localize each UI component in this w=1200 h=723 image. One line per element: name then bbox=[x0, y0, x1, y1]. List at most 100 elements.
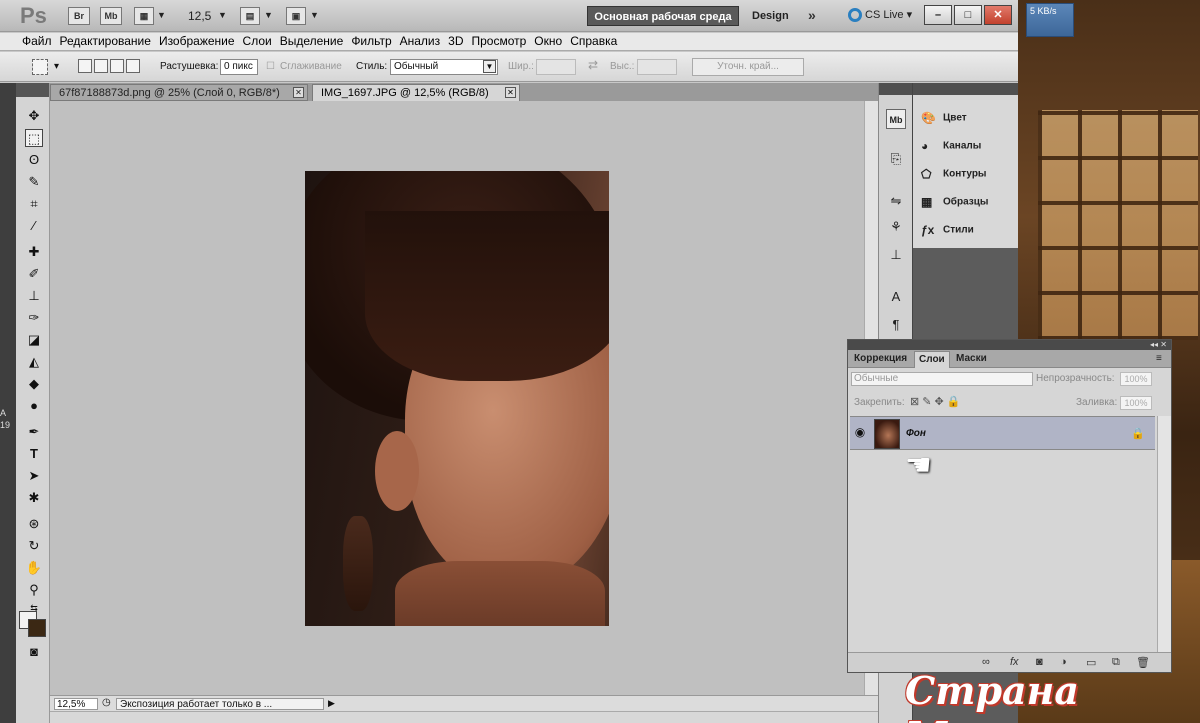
arrange-caret-icon[interactable]: ▼ bbox=[264, 10, 273, 20]
swap-dimensions-icon[interactable]: ⇄ bbox=[588, 58, 598, 72]
layer-row-background[interactable]: ◉ Фон 🔒 bbox=[850, 416, 1155, 450]
menu-file[interactable]: Файл bbox=[22, 33, 58, 50]
zoom-caret-icon[interactable]: ▼ bbox=[218, 10, 227, 20]
minimize-button[interactable]: – bbox=[924, 5, 952, 25]
3d-rotate-tool-icon[interactable]: ⊛ bbox=[25, 515, 43, 533]
menu-analysis[interactable]: Анализ bbox=[400, 33, 447, 50]
panel-collapse-icon[interactable]: ◂◂ ✕ bbox=[1150, 340, 1167, 349]
path-select-tool-icon[interactable]: ➤ bbox=[25, 467, 43, 485]
lasso-tool-icon[interactable]: ʘ bbox=[25, 151, 43, 169]
blend-mode-select[interactable]: Обычные bbox=[851, 372, 1033, 386]
tab-layers[interactable]: Слои bbox=[914, 351, 950, 368]
history-brush-tool-icon[interactable]: ✑ bbox=[25, 309, 43, 327]
menu-select[interactable]: Выделение bbox=[280, 33, 350, 50]
healing-brush-tool-icon[interactable]: ✚ bbox=[25, 243, 43, 261]
3d-orbit-tool-icon[interactable]: ↻ bbox=[25, 537, 43, 555]
maximize-button[interactable]: □ bbox=[954, 5, 982, 25]
style-select[interactable]: Обычный ▼ bbox=[390, 59, 498, 75]
refine-edge-button[interactable]: Уточн. край... bbox=[692, 58, 804, 76]
character-panel-icon[interactable]: A bbox=[886, 287, 906, 307]
network-monitor-widget[interactable]: 5 KB/s bbox=[1026, 3, 1074, 37]
view-extras-caret-icon[interactable]: ▼ bbox=[157, 10, 166, 20]
status-info-icon[interactable]: ◷ bbox=[102, 697, 111, 708]
pen-tool-icon[interactable]: ✒ bbox=[25, 423, 43, 441]
dock-panel-header[interactable] bbox=[913, 83, 1018, 95]
quick-select-tool-icon[interactable]: ✎ bbox=[25, 173, 43, 191]
intersect-selection-icon[interactable] bbox=[126, 59, 140, 73]
crop-tool-icon[interactable]: ⌗ bbox=[25, 195, 43, 213]
move-tool-icon[interactable]: ✥ bbox=[25, 107, 43, 125]
workspace-design-button[interactable]: Design bbox=[752, 10, 789, 22]
add-mask-icon[interactable]: ◙ bbox=[1036, 656, 1043, 668]
history-panel-icon[interactable]: ⎘ bbox=[886, 149, 906, 169]
canvas-horizontal-scrollbar[interactable] bbox=[50, 711, 878, 723]
add-selection-icon[interactable] bbox=[94, 59, 108, 73]
zoom-level[interactable]: 12,5 bbox=[188, 9, 211, 23]
menu-layer[interactable]: Слои bbox=[243, 33, 278, 50]
screen-mode-icon[interactable]: ▣ bbox=[286, 7, 306, 25]
adjustment-layer-icon[interactable]: ◑ bbox=[1060, 656, 1067, 668]
panel-styles[interactable]: ƒx Стили bbox=[921, 223, 974, 237]
paragraph-panel-icon[interactable]: ¶ bbox=[886, 315, 906, 335]
style-dropdown-icon[interactable]: ▼ bbox=[483, 60, 496, 73]
mini-bridge-button[interactable]: Mb bbox=[100, 7, 122, 25]
screen-mode-caret-icon[interactable]: ▼ bbox=[310, 10, 319, 20]
panel-color[interactable]: 🎨 Цвет bbox=[921, 111, 967, 125]
mini-bridge-panel-icon[interactable]: Mb bbox=[886, 109, 906, 129]
subtract-selection-icon[interactable] bbox=[110, 59, 124, 73]
type-tool-icon[interactable]: T bbox=[25, 445, 43, 463]
tab-document-png[interactable]: 67f87188873d.png @ 25% (Слой 0, RGB/8*) … bbox=[50, 84, 308, 101]
opacity-input[interactable]: 100% bbox=[1120, 372, 1152, 386]
height-input[interactable] bbox=[637, 59, 677, 75]
marquee-preset-icon[interactable] bbox=[32, 59, 48, 75]
tools-panel-grip[interactable] bbox=[16, 83, 49, 97]
menu-filter[interactable]: Фильтр bbox=[351, 33, 397, 50]
bridge-button[interactable]: Br bbox=[68, 7, 90, 25]
arrange-documents-icon[interactable]: ▤ bbox=[240, 7, 260, 25]
zoom-tool-icon[interactable]: ⚲ bbox=[25, 581, 43, 599]
menu-3d[interactable]: 3D bbox=[448, 33, 469, 50]
menu-window[interactable]: Окно bbox=[534, 33, 568, 50]
eraser-tool-icon[interactable]: ◪ bbox=[25, 331, 43, 349]
status-zoom-field[interactable]: 12,5% bbox=[54, 698, 98, 710]
antialias-checkbox[interactable]: ☐ bbox=[266, 61, 275, 72]
tab-close-icon[interactable]: ✕ bbox=[293, 87, 304, 98]
width-input[interactable] bbox=[536, 59, 576, 75]
shape-tool-icon[interactable]: ✱ bbox=[25, 489, 43, 507]
adjustments-panel-icon[interactable]: ⇋ bbox=[886, 191, 906, 211]
workspace-essentials-button[interactable]: Основная рабочая среда bbox=[587, 6, 739, 26]
layers-scrollbar[interactable] bbox=[1157, 416, 1171, 652]
document-image[interactable] bbox=[305, 171, 609, 626]
brush-presets-panel-icon[interactable]: ⊥ bbox=[886, 245, 906, 265]
panel-swatches[interactable]: ▦ Образцы bbox=[921, 195, 988, 209]
tab-adjustments[interactable]: Коррекция bbox=[850, 351, 911, 368]
tab-close-icon[interactable]: ✕ bbox=[505, 87, 516, 98]
panel-menu-icon[interactable]: ≡ bbox=[1152, 351, 1166, 368]
clone-source-panel-icon[interactable]: ⚘ bbox=[886, 217, 906, 237]
preset-caret-icon[interactable]: ▾ bbox=[54, 61, 59, 72]
dodge-tool-icon[interactable]: ● bbox=[25, 397, 43, 415]
link-layers-icon[interactable]: ∞ bbox=[982, 656, 990, 668]
blur-tool-icon[interactable]: ◆ bbox=[25, 375, 43, 393]
menu-view[interactable]: Просмотр bbox=[471, 33, 532, 50]
cs-live-button[interactable]: CS Live ▾ bbox=[848, 8, 912, 23]
new-selection-icon[interactable] bbox=[78, 59, 92, 73]
panel-paths[interactable]: ⬠ Контуры bbox=[921, 167, 986, 181]
dock-icon-header[interactable] bbox=[879, 83, 912, 95]
menu-edit[interactable]: Редактирование bbox=[60, 33, 157, 50]
close-button[interactable]: ✕ bbox=[984, 5, 1012, 25]
clone-stamp-tool-icon[interactable]: ⊥ bbox=[25, 287, 43, 305]
visibility-eye-icon[interactable]: ◉ bbox=[852, 425, 868, 441]
layer-style-icon[interactable]: fx bbox=[1010, 656, 1019, 668]
panel-channels[interactable]: ◕ Каналы bbox=[921, 139, 981, 153]
quick-mask-icon[interactable]: ◙ bbox=[25, 643, 43, 661]
tab-document-jpg[interactable]: IMG_1697.JPG @ 12,5% (RGB/8) ✕ bbox=[312, 84, 520, 101]
tab-masks[interactable]: Маски bbox=[952, 351, 991, 368]
layers-panel-titlebar[interactable]: ◂◂ ✕ bbox=[848, 340, 1171, 350]
fill-input[interactable]: 100% bbox=[1120, 396, 1152, 410]
menu-image[interactable]: Изображение bbox=[159, 33, 241, 50]
rect-marquee-tool-icon[interactable]: ⬚ bbox=[25, 129, 43, 147]
hand-tool-icon[interactable]: ✋ bbox=[25, 559, 43, 577]
feather-input[interactable]: 0 пикс bbox=[220, 59, 258, 75]
lock-options-icon[interactable]: ⊠ ✎ ✥ 🔒 bbox=[910, 395, 961, 408]
